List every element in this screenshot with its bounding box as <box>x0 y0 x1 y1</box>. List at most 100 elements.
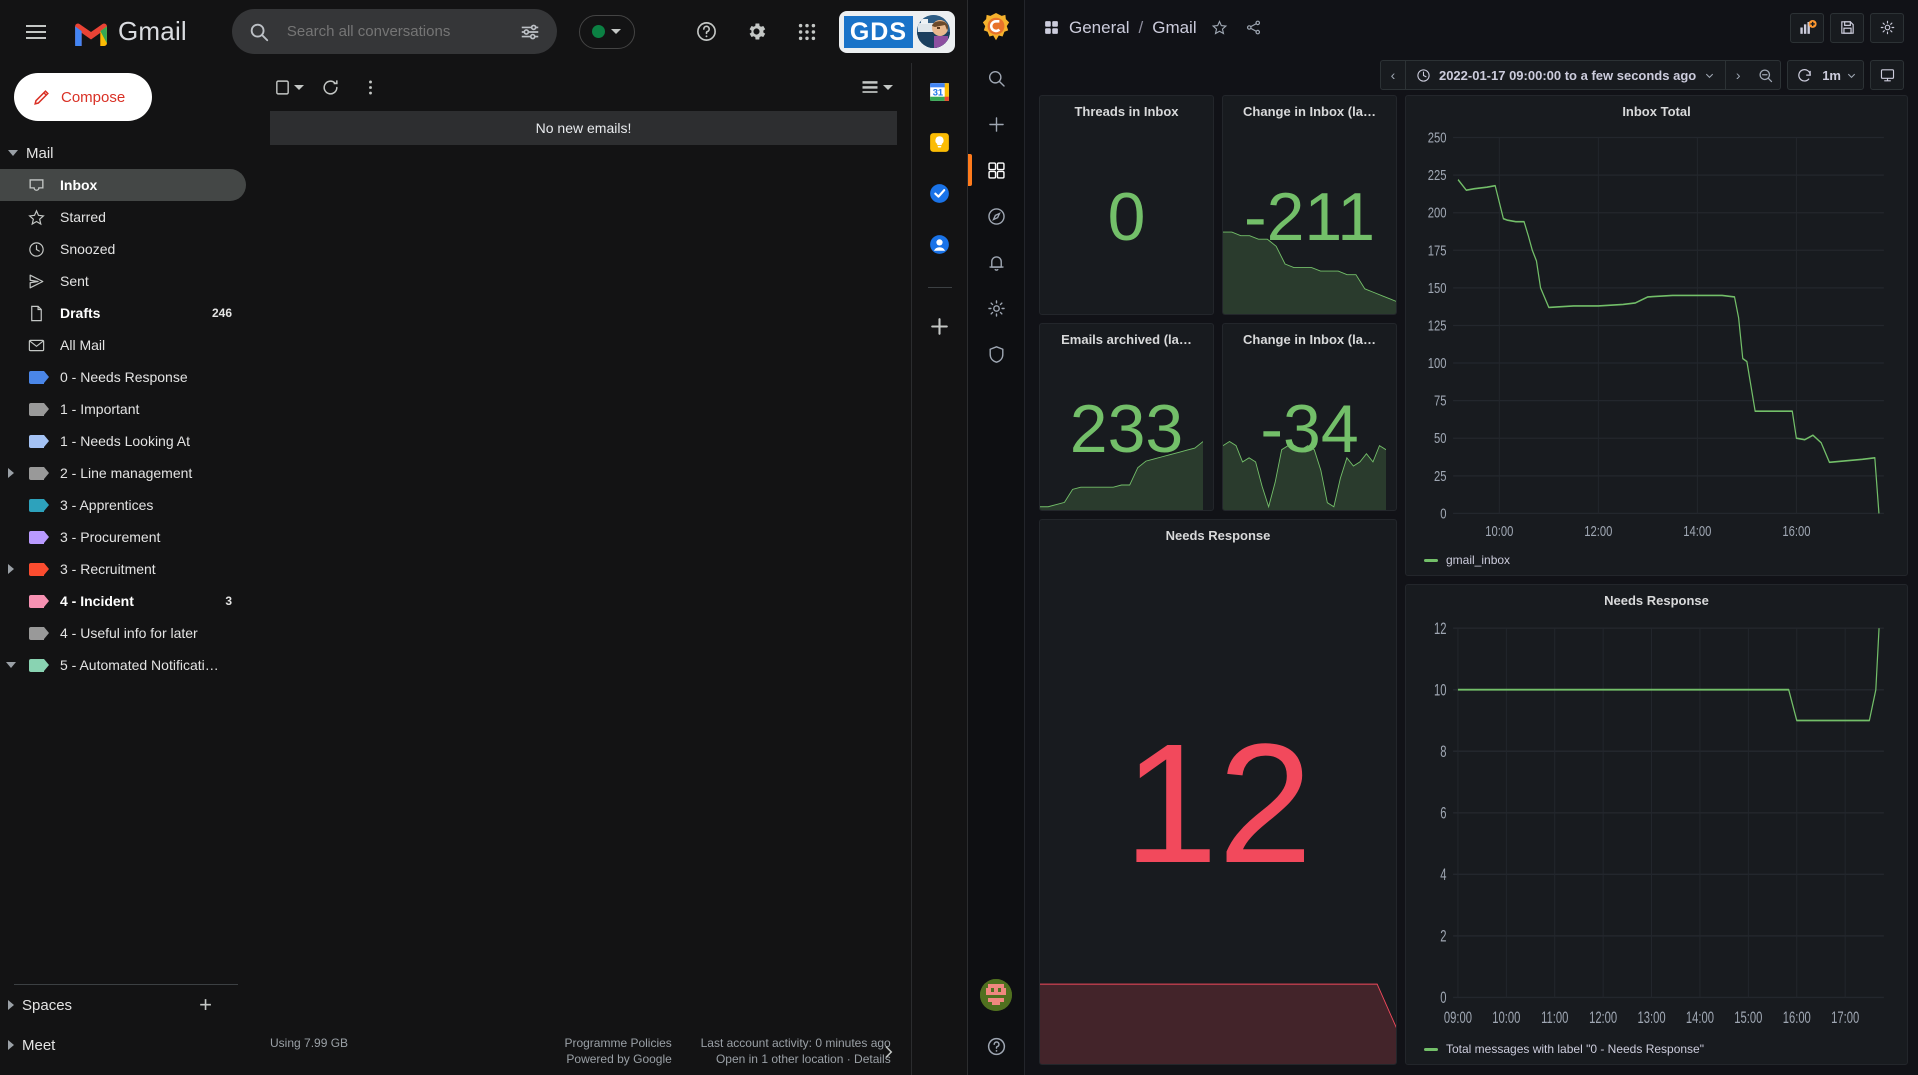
sidebar-item-3-recruitment[interactable]: 3 - Recruitment <box>0 553 246 585</box>
status-dropdown[interactable] <box>578 14 635 49</box>
divider <box>927 287 952 288</box>
sidebar-item-snoozed[interactable]: Snoozed <box>0 233 246 265</box>
panel-title: Change in Inbox (la… <box>1243 104 1376 119</box>
compose-label: Compose <box>61 88 126 106</box>
sidebar-item-3-apprentices[interactable]: 3 - Apprentices <box>0 489 246 521</box>
grafana-nav-search[interactable] <box>968 55 1025 101</box>
user-avatar[interactable] <box>980 979 1012 1011</box>
google-tasks-icon[interactable] <box>927 181 952 206</box>
time-range-picker[interactable]: 2022-01-17 09:00:00 to a few seconds ago <box>1404 61 1727 89</box>
share-icon[interactable] <box>1245 19 1262 36</box>
zoom-out-button[interactable] <box>1750 61 1780 89</box>
sidebar-item-4-incident[interactable]: 4 - Incident 3 <box>0 585 246 617</box>
grafana-nav-alerting[interactable] <box>968 239 1025 285</box>
sidebar-item-all-mail[interactable]: All Mail <box>0 329 246 361</box>
chevron-down-icon <box>611 29 622 34</box>
sidebar-item-1-needs-looking-at[interactable]: 1 - Needs Looking At <box>0 425 246 457</box>
sidebar-item-2-line-management[interactable]: 2 - Line management <box>0 457 246 489</box>
sidebar-item-spaces[interactable]: Spaces + <box>0 985 256 1025</box>
grafana-nav-explore[interactable] <box>968 193 1025 239</box>
legend-label[interactable]: Total messages with label "0 - Needs Res… <box>1446 1042 1704 1056</box>
grafana-nav-configuration[interactable] <box>968 285 1025 331</box>
sidebar-item-5-automated-notificati[interactable]: 5 - Automated Notificati… <box>0 649 246 681</box>
gmail-logo[interactable]: Gmail <box>72 16 187 47</box>
sidebar-item-starred[interactable]: Starred <box>0 201 246 233</box>
dashboard-canvas: Threads in Inbox 0 Change in Inbox (la… … <box>1025 95 1918 1075</box>
settings-button[interactable] <box>735 10 779 54</box>
grafana-help-button[interactable] <box>968 1025 1025 1067</box>
footer-policies-link[interactable]: Programme Policies <box>477 1035 671 1051</box>
main-menu-icon[interactable] <box>14 10 58 54</box>
chevron-down-icon[interactable] <box>0 662 22 668</box>
sidebar-item-3-procurement[interactable]: 3 - Procurement <box>0 521 246 553</box>
add-panel-button[interactable] <box>1790 12 1824 43</box>
account-badge[interactable]: GDS <box>838 10 955 53</box>
search-options-icon[interactable] <box>519 21 541 43</box>
footer-last-activity: Last account activity: 0 minutes ago <box>700 1036 891 1050</box>
sidebar-item-4-useful-info-for-later[interactable]: 4 - Useful info for later <box>0 617 246 649</box>
google-keep-icon[interactable] <box>927 130 952 155</box>
grafana-nav-dashboards[interactable] <box>967 147 1025 193</box>
sidebar-item-label: 4 - Useful info for later <box>60 625 198 641</box>
chart-legend: Total messages with label "0 - Needs Res… <box>1406 1040 1907 1064</box>
star-icon[interactable] <box>1211 19 1228 36</box>
panel-needs-response-chart[interactable]: Needs Response 0 2 4 6 8 10 12 09:00 10:00 11:00 1… <box>1405 584 1908 1065</box>
google-apps-button[interactable] <box>785 10 829 54</box>
panel-change-in-inbox-1[interactable]: Change in Inbox (la… -211 <box>1222 95 1397 315</box>
stat-body: -211 <box>1223 119 1396 314</box>
add-space-icon[interactable]: + <box>199 994 256 1016</box>
sidebar-section-mail[interactable]: Mail <box>0 137 256 169</box>
google-calendar-icon[interactable]: 31 <box>927 79 952 104</box>
footer-details-link[interactable]: Open in 1 other location · Details <box>684 1051 891 1067</box>
dashboard-settings-button[interactable] <box>1870 12 1904 43</box>
chevron-right-icon[interactable] <box>0 564 22 574</box>
grafana-logo[interactable] <box>968 0 1024 55</box>
tv-mode-button[interactable] <box>1870 60 1904 90</box>
gear-icon <box>749 23 766 40</box>
compose-button[interactable]: Compose <box>14 73 152 121</box>
label-icon <box>22 658 50 672</box>
sidebar-item-0-needs-response[interactable]: 0 - Needs Response <box>0 361 246 393</box>
time-shift-back-button[interactable]: ‹ <box>1381 61 1405 89</box>
grafana-nav-create[interactable] <box>968 101 1025 147</box>
refresh-interval-picker[interactable]: 1m <box>1820 68 1863 83</box>
label-icon <box>22 562 50 576</box>
stat-value: 0 <box>1107 178 1146 255</box>
time-shift-forward-button[interactable]: › <box>1726 61 1750 89</box>
google-contacts-icon[interactable] <box>927 232 952 257</box>
grafana-nav-server-admin[interactable] <box>968 331 1025 377</box>
panel-inbox-total[interactable]: Inbox Total 0 25 50 75 100 125 150 175 200 225 250… <box>1405 95 1908 576</box>
chevron-right-icon[interactable] <box>0 468 22 478</box>
refresh-button[interactable] <box>312 69 348 105</box>
panel-emails-archived[interactable]: Emails archived (la… 233 <box>1039 323 1214 511</box>
select-all-checkbox[interactable] <box>270 69 308 105</box>
refresh-button[interactable] <box>1788 61 1820 89</box>
panel-threads-in-inbox[interactable]: Threads in Inbox 0 <box>1039 95 1214 315</box>
support-button[interactable] <box>685 10 729 54</box>
save-dashboard-button[interactable] <box>1830 12 1864 43</box>
sidebar-item-meet[interactable]: Meet <box>0 1025 256 1065</box>
breadcrumb-dashboard[interactable]: Gmail <box>1152 18 1196 38</box>
search-bar[interactable] <box>231 9 557 54</box>
more-options-button[interactable] <box>352 69 388 105</box>
search-input[interactable] <box>269 23 519 40</box>
expand-panel-button[interactable] <box>873 1037 903 1067</box>
sidebar-item-sent[interactable]: Sent <box>0 265 246 297</box>
sidebar-item-drafts[interactable]: Drafts 246 <box>0 297 246 329</box>
sidebar-item-inbox[interactable]: Inbox <box>0 169 246 201</box>
gmail-header-actions: GDS <box>679 10 959 54</box>
legend-label[interactable]: gmail_inbox <box>1446 553 1510 567</box>
panel-needs-response-stat[interactable]: Needs Response 12 <box>1039 519 1397 1065</box>
refresh-icon <box>1797 68 1811 81</box>
dashboard-actions <box>1790 12 1904 43</box>
breadcrumb-folder[interactable]: General <box>1069 18 1129 38</box>
search-icon <box>988 70 1005 87</box>
panel-change-in-inbox-2[interactable]: Change in Inbox (la… -34 <box>1222 323 1397 511</box>
input-tools-button[interactable] <box>856 69 897 105</box>
avatar[interactable] <box>917 15 950 48</box>
add-app-icon[interactable] <box>927 314 952 339</box>
footer-activity-block: Last account activity: 0 minutes ago Ope… <box>684 1035 891 1067</box>
sidebar-item-1-important[interactable]: 1 - Important <box>0 393 246 425</box>
unread-count: 3 <box>225 594 232 608</box>
bell-icon <box>988 255 1004 271</box>
